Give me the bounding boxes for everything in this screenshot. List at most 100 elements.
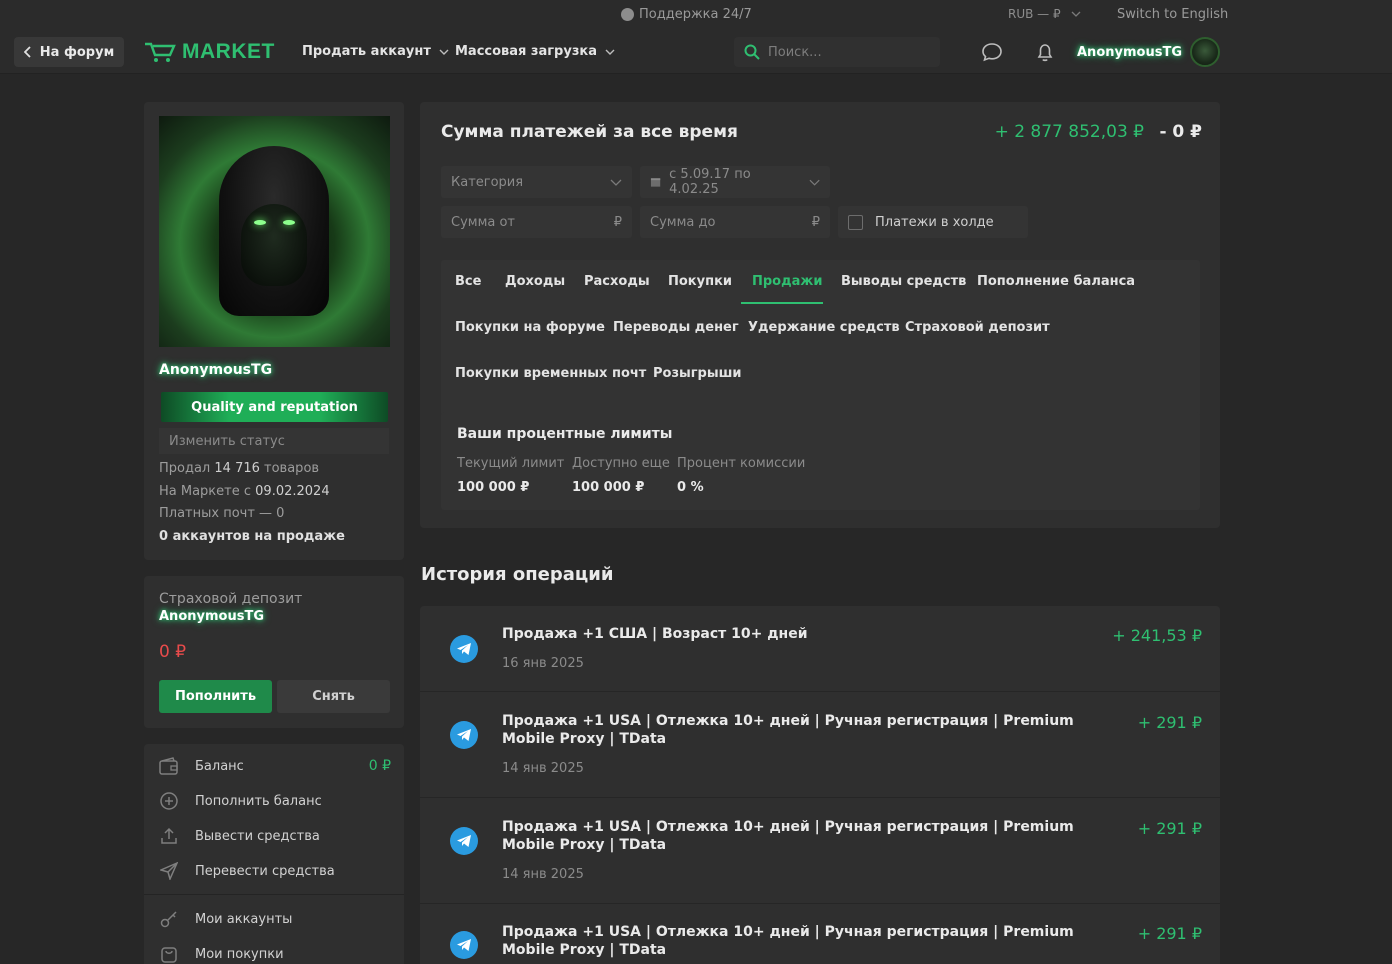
send-icon — [159, 861, 179, 881]
back-to-forum-button[interactable]: На форум — [14, 37, 124, 67]
calendar-icon — [650, 178, 661, 187]
current-limit-value: 100 000 ₽ — [457, 480, 530, 495]
insurance-deposit-card: Страховой депозит AnonymousTG 0 ₽ Пополн… — [144, 576, 404, 728]
deposit-username: AnonymousTG — [159, 609, 264, 624]
list-item[interactable]: Продажа +1 США | Возраст 10+ дней 16 янв… — [420, 606, 1220, 692]
tab-forum-purchases[interactable]: Покупки на форуме — [455, 320, 605, 335]
avatar-eye-right — [283, 220, 295, 225]
commission-label: Процент комиссии — [677, 456, 806, 471]
sum-from-input[interactable]: Сумма от ₽ — [441, 206, 632, 238]
ruble-icon: ₽ — [613, 214, 622, 230]
telegram-icon — [450, 931, 478, 959]
currency-selector[interactable]: RUB — ₽ — [1008, 7, 1081, 21]
operation-amount: + 241,53 ₽ — [1112, 626, 1202, 645]
menu-item-withdraw[interactable]: Вывести средства — [159, 826, 391, 846]
payments-summary-card: Сумма платежей за все время + 2 877 852,… — [420, 102, 1220, 528]
sell-account-menu[interactable]: Продать аккаунт — [302, 44, 449, 59]
category-select[interactable]: Категория — [441, 166, 632, 198]
category-label: Категория — [451, 174, 524, 190]
tab-sales[interactable]: Продажи — [752, 274, 822, 289]
available-limit-value: 100 000 ₽ — [572, 480, 645, 495]
language-switch[interactable]: Switch to English — [1117, 7, 1228, 22]
payments-total-minus: - 0 ₽ — [1159, 122, 1202, 142]
change-status-input[interactable]: Изменить статус — [159, 428, 389, 454]
bulk-upload-label: Массовая загрузка — [455, 44, 597, 59]
menu-item-my-accounts[interactable]: Мои аккаунты — [159, 909, 391, 929]
member-since-line: На Маркете с 09.02.2024 — [159, 484, 330, 499]
profile-username[interactable]: AnonymousTG — [159, 362, 272, 378]
list-item[interactable]: Продажа +1 USA | Отлежка 10+ дней | Ручн… — [420, 904, 1220, 964]
deposit-topup-button[interactable]: Пополнить — [159, 680, 272, 713]
sum-to-input[interactable]: Сумма до ₽ — [640, 206, 830, 238]
telegram-icon — [450, 827, 478, 855]
avatar-mask-shape — [241, 204, 307, 286]
sold-prefix: Продал — [159, 461, 211, 476]
menu-item-label: Перевести средства — [195, 863, 335, 879]
user-menu[interactable]: AnonymousTG — [1077, 37, 1220, 67]
list-item[interactable]: Продажа +1 USA | Отлежка 10+ дней | Ручн… — [420, 692, 1220, 798]
search-input[interactable]: Поиск... — [734, 37, 940, 67]
accounts-on-sale-link[interactable]: 0 аккаунтов на продаже — [159, 529, 345, 544]
sum-to-placeholder: Сумма до — [650, 214, 716, 230]
profile-card: AnonymousTG Quality and reputation Измен… — [144, 102, 404, 560]
tab-insurance-deposit[interactable]: Страховой депозит — [905, 320, 1050, 335]
menu-item-balance[interactable]: Баланс 0 ₽ — [159, 756, 391, 776]
chevron-down-icon — [809, 179, 820, 186]
date-range-picker[interactable]: с 5.09.17 по 4.02.25 — [640, 166, 830, 198]
hold-payments-label: Платежи в холде — [875, 214, 994, 230]
commission-value: 0 % — [677, 480, 704, 495]
tab-giveaways[interactable]: Розыгрыши — [653, 366, 742, 381]
checkbox-box[interactable] — [848, 214, 863, 230]
ruble-icon: ₽ — [811, 214, 820, 230]
payments-total-plus: + 2 877 852,03 ₽ — [994, 122, 1144, 142]
tab-withdrawals[interactable]: Выводы средств — [841, 274, 966, 289]
messages-icon[interactable] — [981, 41, 1003, 63]
chat-bubble-icon — [621, 8, 634, 21]
nav-username: AnonymousTG — [1077, 44, 1182, 60]
currency-label: RUB — ₽ — [1008, 7, 1061, 21]
tab-purchases[interactable]: Покупки — [668, 274, 732, 289]
date-range-label: с 5.09.17 по 4.02.25 — [669, 167, 751, 197]
main-navbar: На форум MARKET Продать аккаунт Массовая… — [0, 32, 1392, 74]
tab-funds-hold[interactable]: Удержание средств — [748, 320, 900, 335]
hold-payments-checkbox[interactable]: Платежи в холде — [838, 206, 1028, 238]
deposit-title: Страховой депозит — [159, 591, 303, 607]
menu-item-label: Вывести средства — [195, 828, 320, 844]
telegram-icon — [450, 721, 478, 749]
menu-item-label: Баланс — [195, 758, 244, 774]
avatar-eye-left — [254, 220, 266, 225]
notifications-bell-icon[interactable] — [1034, 41, 1056, 63]
tab-income[interactable]: Доходы — [505, 274, 565, 289]
logo-text: MARKET — [182, 40, 275, 63]
list-item[interactable]: Продажа +1 USA | Отлежка 10+ дней | Ручн… — [420, 798, 1220, 904]
since-prefix: На Маркете с — [159, 484, 252, 499]
operation-title: Продажа +1 USA | Отлежка 10+ дней | Ручн… — [502, 819, 1074, 853]
operation-title: Продажа +1 USA | Отлежка 10+ дней | Ручн… — [502, 713, 1074, 747]
tab-all[interactable]: Все — [455, 274, 481, 289]
operation-date: 14 янв 2025 — [502, 761, 584, 776]
bag-icon — [159, 944, 179, 964]
tab-balance-topup[interactable]: Пополнение баланса — [977, 274, 1135, 289]
key-icon — [159, 909, 179, 929]
sum-from-placeholder: Сумма от — [451, 214, 516, 230]
tab-money-transfers[interactable]: Переводы денег — [613, 320, 739, 335]
history-title: История операций — [421, 564, 614, 585]
menu-item-my-purchases[interactable]: Мои покупки — [159, 944, 391, 964]
bulk-upload-menu[interactable]: Массовая загрузка — [455, 44, 615, 59]
deposit-withdraw-button[interactable]: Снять — [277, 680, 390, 713]
avatar — [1189, 37, 1220, 67]
chevron-left-icon — [23, 46, 31, 58]
tab-expenses[interactable]: Расходы — [584, 274, 650, 289]
percent-limits-box: Ваши процентные лимиты Текущий лимит 100… — [441, 412, 1200, 510]
payments-title: Сумма платежей за все время — [441, 122, 738, 142]
operation-date: 14 янв 2025 — [502, 867, 584, 882]
operation-amount: + 291 ₽ — [1137, 924, 1202, 943]
menu-item-transfer[interactable]: Перевести средства — [159, 861, 391, 881]
search-icon — [744, 44, 760, 60]
tab-temp-mail-purchases[interactable]: Покупки временных почт — [455, 366, 646, 381]
market-logo[interactable]: MARKET — [144, 40, 275, 64]
menu-item-topup-balance[interactable]: Пополнить баланс — [159, 791, 391, 811]
support-link[interactable]: Поддержка 24/7 — [621, 7, 752, 22]
cart-icon — [145, 42, 176, 62]
menu-item-label: Мои аккаунты — [195, 911, 293, 927]
